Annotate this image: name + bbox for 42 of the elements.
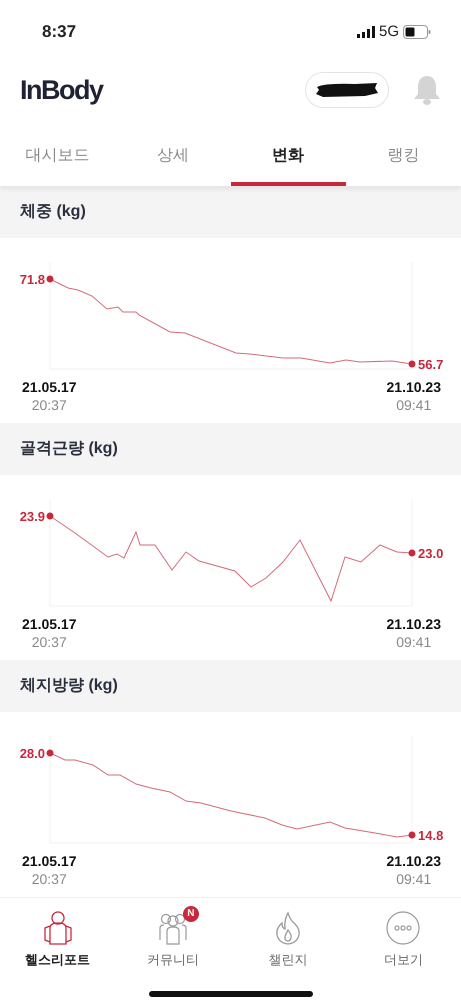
start-value: 23.9: [20, 509, 45, 524]
end-value: 14.8: [418, 828, 444, 843]
end-point: [408, 832, 416, 838]
start-date: 21.05.17: [22, 615, 76, 633]
start-date: 21.05.17: [22, 378, 76, 396]
app-logo: InBody: [20, 74, 102, 107]
signal-icon: [356, 26, 375, 38]
battery-icon: [403, 25, 431, 39]
start-time: 20:37: [32, 633, 67, 651]
start-point: [46, 750, 54, 756]
nav-tab[interactable]: 헬스리포트: [0, 910, 116, 981]
end-time: 09:41: [396, 633, 432, 651]
start-point: [46, 276, 54, 282]
end-time: 09:41: [396, 396, 432, 414]
end-value: 23.0: [418, 546, 444, 561]
notification-badge: N: [182, 906, 199, 922]
redaction-mark: [315, 81, 379, 99]
section-title: 체지방량 (kg): [0, 660, 461, 712]
status-time: 8:37: [42, 21, 76, 44]
profile-pill[interactable]: [305, 72, 389, 108]
section-title: 체중 (kg): [0, 186, 461, 238]
tab[interactable]: 대시보드: [0, 130, 116, 186]
end-date: 21.10.23: [386, 378, 441, 396]
network-label: 5G: [378, 22, 399, 42]
section-title: 골격근량 (kg): [0, 423, 461, 475]
start-value: 28.0: [20, 746, 45, 761]
end-value: 56.7: [418, 357, 444, 372]
more-icon: [385, 910, 422, 946]
tab[interactable]: 랭킹: [346, 130, 461, 186]
start-value: 71.8: [20, 272, 45, 287]
nav-tab[interactable]: 챌린지: [230, 910, 346, 981]
start-date: 21.05.17: [22, 852, 76, 870]
end-date: 21.10.23: [386, 852, 441, 870]
end-point: [408, 550, 416, 556]
end-date: 21.10.23: [386, 615, 441, 633]
end-point: [408, 360, 416, 368]
start-time: 20:37: [32, 870, 67, 888]
start-time: 20:37: [32, 396, 67, 414]
nav-tab[interactable]: 더보기: [346, 910, 461, 981]
start-point: [46, 512, 54, 520]
tab[interactable]: 상세: [115, 130, 230, 186]
end-time: 09:41: [396, 870, 432, 888]
